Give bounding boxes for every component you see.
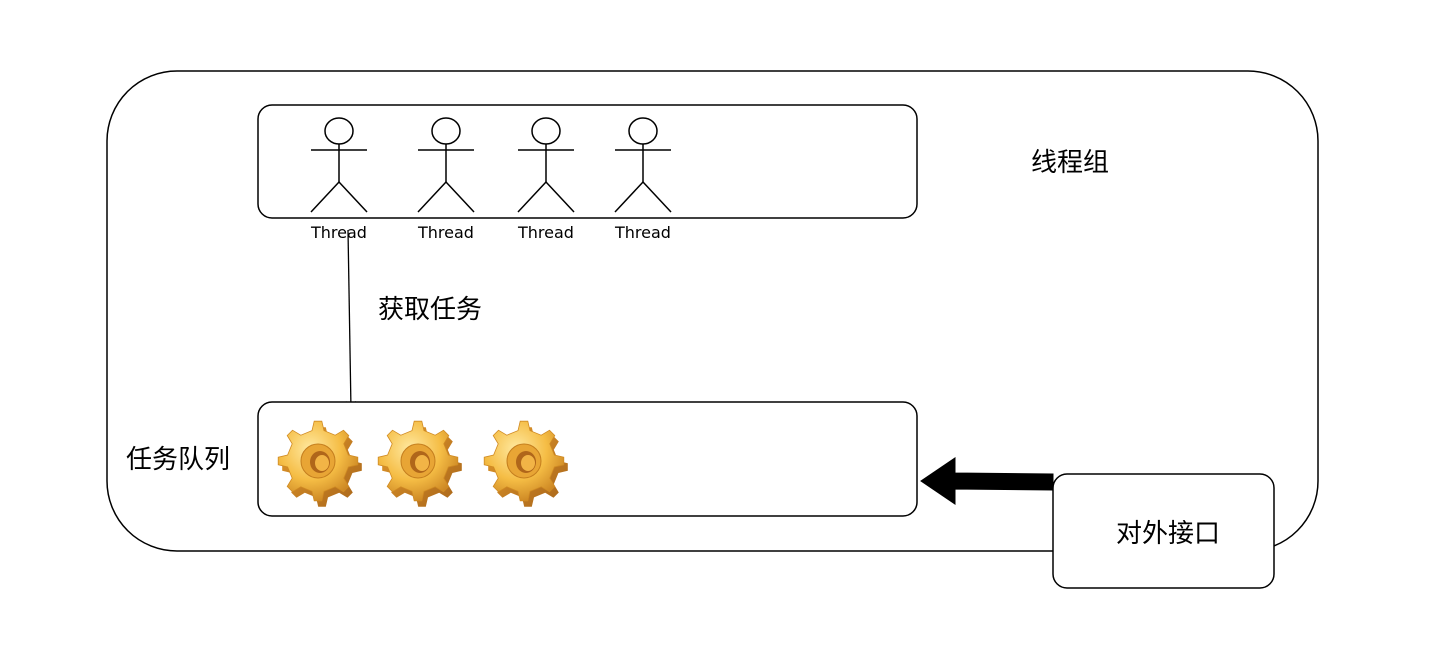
thread-group-label: 线程组: [1031, 148, 1109, 178]
thread-label: Thread: [517, 223, 574, 242]
actor-head: [628, 117, 658, 145]
task-gears: [277, 420, 568, 507]
fetch-task-label: 获取任务: [378, 295, 482, 325]
thread-pool-diagram: Thread Thread Thread Thread 线程组 获取任务 任务队列 对…: [106, 70, 1319, 589]
task-queue-label: 任务队列: [126, 445, 230, 475]
external-interface-label: 对外接口: [1116, 519, 1220, 549]
fetch-task-arrow: [345, 229, 356, 411]
thread-label: Thread: [310, 223, 367, 242]
submit-task-arrow: [920, 457, 1054, 505]
actor-head: [431, 117, 461, 145]
thread-label: Thread: [417, 223, 474, 242]
thread-label: Thread: [614, 223, 671, 242]
actor-head: [324, 117, 354, 145]
actor-head: [531, 117, 561, 145]
